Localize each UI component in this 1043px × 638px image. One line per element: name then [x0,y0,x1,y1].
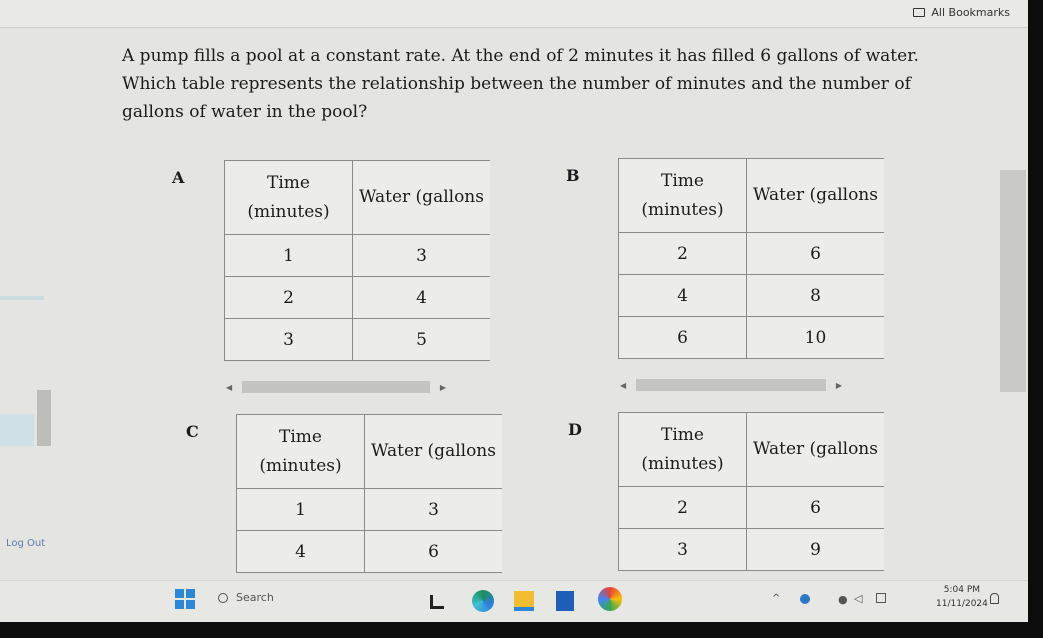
store-icon[interactable] [556,591,574,611]
scroll-right-icon[interactable]: ▶ [836,381,842,390]
table-cell: 2 [618,232,747,275]
all-bookmarks-button[interactable]: All Bookmarks [913,6,1010,19]
battery-icon[interactable] [876,593,886,603]
sidebar-item-selected[interactable] [0,414,34,446]
table-row: 13 [224,234,490,277]
table-row: 26 [618,232,884,275]
column-header: Water (gallons [746,158,884,233]
option-letter: A [172,168,185,187]
table-header-row: Time (minutes) Water (gallons [618,158,884,233]
scroll-left-icon[interactable]: ◀ [226,383,232,392]
chrome-icon[interactable] [598,587,622,611]
table-cell: 8 [746,274,884,317]
page-scrollbar[interactable] [1000,170,1026,392]
table-cell: 10 [746,316,884,359]
table-cell: 6 [746,486,884,529]
taskbar-search[interactable]: Search [218,591,274,604]
horizontal-scrollbar[interactable]: ◀ ▶ [226,380,446,394]
table-row: 24 [224,276,490,319]
bookmarks-bar: All Bookmarks [0,0,1028,28]
sidebar-scrollbar[interactable] [37,390,51,446]
folder-icon [913,8,926,17]
clock[interactable]: 5:04 PM 11/11/2024 [936,583,988,611]
search-placeholder: Search [236,591,274,604]
app-icon[interactable] [430,595,444,609]
all-bookmarks-label: All Bookmarks [931,6,1010,19]
table-cell: 4 [352,276,490,319]
column-header: Time (minutes) [236,414,365,489]
taskbar: Search ^ ● ◁ 5:04 PM 11/11/2024 [0,580,1028,622]
table-cell: 2 [618,486,747,529]
table-cell: 3 [364,488,502,531]
table-cell: 1 [236,488,365,531]
logout-link[interactable]: Log Out [6,538,45,549]
edge-icon[interactable] [472,590,494,612]
table-header-row: Time (minutes) Water (gallons [236,414,502,489]
table-cell: 1 [224,234,353,277]
table-row: 26 [618,486,884,529]
table-header-row: Time (minutes) Water (gallons [618,412,884,487]
table-cell: 6 [364,530,502,573]
column-header: Water (gallons [746,412,884,487]
start-button[interactable] [175,589,195,609]
option-table-d[interactable]: Time (minutes) Water (gallons 2 6 3 9 [618,412,884,571]
time: 5:04 PM [943,585,981,595]
option-letter: B [566,166,580,185]
onedrive-icon[interactable] [800,594,810,604]
option-letter: C [186,422,199,441]
table-row: 6 10 [618,316,884,359]
table-row: 35 [224,318,490,361]
table-cell: 4 [618,274,747,317]
table-cell: 3 [618,528,747,571]
horizontal-scrollbar[interactable]: ◀ ▶ [620,378,842,392]
table-row: 13 [236,488,502,531]
option-table-a[interactable]: Time (minutes) Water (gallons 1 3 2 4 3 5 [224,160,490,361]
table-row: 48 [618,274,884,317]
option-table-c[interactable]: Time (minutes) Water (gallons 1 3 4 6 [236,414,502,573]
volume-icon[interactable]: ◁ [854,592,862,605]
table-row: 39 [618,528,884,571]
column-header: Time (minutes) [618,158,747,233]
sidebar-item[interactable] [0,296,44,300]
table-cell: 9 [746,528,884,571]
table-cell: 6 [746,232,884,275]
file-explorer-icon[interactable] [514,591,534,611]
column-header: Water (gallons [352,160,490,235]
scroll-right-icon[interactable]: ▶ [440,383,446,392]
table-cell: 5 [352,318,490,361]
chevron-up-icon[interactable]: ^ [772,593,780,604]
scroll-left-icon[interactable]: ◀ [620,381,626,390]
notification-bell-icon[interactable] [990,593,999,604]
table-header-row: Time (minutes) Water (gallons [224,160,490,235]
network-icon[interactable]: ● [838,593,848,606]
option-table-b[interactable]: Time (minutes) Water (gallons 2 6 4 8 6 10 [618,158,884,359]
column-header: Time (minutes) [618,412,747,487]
column-header: Water (gallons [364,414,502,489]
table-row: 46 [236,530,502,573]
table-cell: 3 [224,318,353,361]
option-letter: D [568,420,582,439]
search-icon [218,592,228,603]
date: 11/11/2024 [936,599,988,609]
screen: All Bookmarks A pump fills a pool at a c… [0,0,1028,622]
table-cell: 2 [224,276,353,319]
table-cell: 4 [236,530,365,573]
question-text: A pump fills a pool at a constant rate. … [122,46,919,122]
column-header: Time (minutes) [224,160,353,235]
table-cell: 6 [618,316,747,359]
scrollbar-thumb[interactable] [242,381,430,393]
table-cell: 3 [352,234,490,277]
scrollbar-thumb[interactable] [636,379,826,391]
